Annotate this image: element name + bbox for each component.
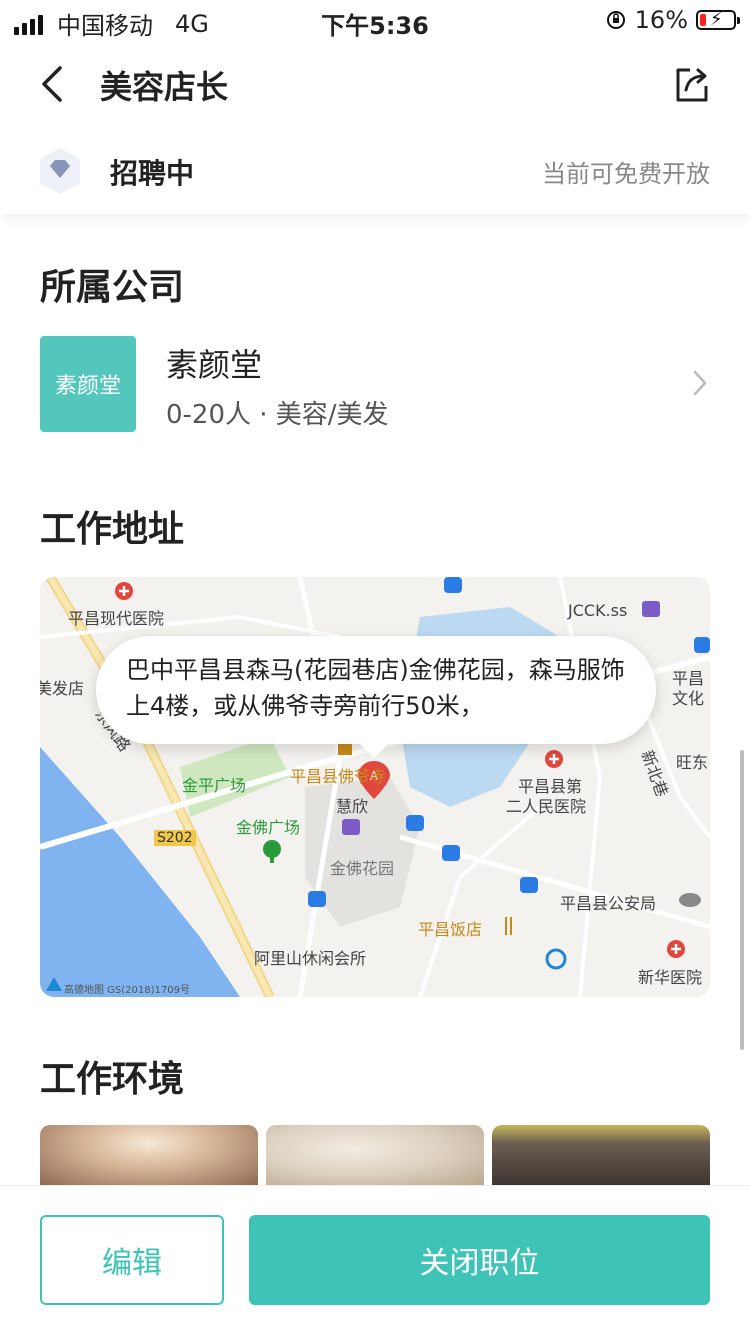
share-icon[interactable]: [672, 62, 712, 106]
scroll-indicator: [740, 750, 744, 1050]
recruit-status-label: 招聘中: [110, 157, 195, 190]
address-section-title: 工作地址: [40, 509, 185, 550]
hospital-icon: [545, 750, 563, 768]
environment-photo[interactable]: [266, 1125, 484, 1185]
hospital-icon: [667, 940, 685, 958]
recruit-status-bar[interactable]: 招聘中 当前可免费开放: [0, 128, 750, 214]
map-label-restaurant: 平昌饭店: [418, 920, 483, 939]
close-position-button[interactable]: 关闭职位: [249, 1215, 710, 1305]
page-title: 美容店长: [100, 68, 229, 106]
company-meta: 0-20人 · 美容/美发: [166, 400, 389, 430]
battery-icon: ⚡: [696, 9, 740, 30]
nav-bar: 美容店长: [0, 40, 750, 129]
address-bubble: 巴中平昌县森马(花园巷店)金佛花园，森马服饰上4楼，或从佛爷寺旁前行50米，: [96, 636, 656, 758]
bottom-action-bar: 编辑 关闭职位: [0, 1185, 750, 1335]
police-icon: [679, 893, 701, 907]
diamond-icon: [40, 148, 80, 194]
company-name[interactable]: 素颜堂: [166, 340, 262, 386]
map-label-jinping-square: 金平广场: [182, 776, 247, 795]
map-label-jinfo-square: 金佛广场: [236, 818, 301, 837]
environment-section-title: 工作环境: [40, 1059, 185, 1100]
status-bar: 中国移动 4G 下午5:36 16% ⚡: [0, 0, 750, 40]
status-right: 16% ⚡: [605, 6, 740, 34]
chevron-right-icon[interactable]: [690, 368, 710, 398]
map-label-foyesi: 平昌县佛爷寺: [290, 767, 387, 786]
hospital-icon: [115, 582, 133, 600]
temple-icon: [338, 743, 352, 755]
map-label-jinfo-garden: 金佛花园: [330, 859, 395, 878]
company-section-title: 所属公司: [40, 267, 185, 308]
free-open-note: 当前可免费开放: [542, 160, 710, 188]
back-icon[interactable]: [36, 62, 76, 106]
map-label-club: 阿里山休闲会所: [254, 949, 367, 968]
map-label-hospital2-line2: 二人民医院: [506, 797, 587, 816]
map-label-xinhua-hospital: 新华医院: [638, 968, 703, 987]
map-label-wangdong: 旺东: [676, 753, 709, 772]
edit-button[interactable]: 编辑: [40, 1215, 224, 1305]
map-label-huixin: 慧欣: [336, 797, 369, 816]
environment-photo[interactable]: [492, 1125, 710, 1185]
rotation-lock-icon: [606, 11, 625, 29]
map-label-jcck: JCCK.ss: [568, 601, 628, 620]
map-label-hospital1: 平昌现代医院: [68, 609, 165, 628]
map-copyright: 高德地图 GS(2018)1709号: [64, 985, 190, 996]
map-label-police: 平昌县公安局: [560, 894, 657, 913]
map-label-beauty: 美发店: [40, 679, 85, 698]
map-label-culture: 平昌文化: [672, 669, 705, 708]
environment-photo[interactable]: [40, 1125, 258, 1185]
map-label-s202: S202: [154, 830, 196, 846]
battery-percent: 16%: [634, 6, 688, 34]
company-logo[interactable]: 素颜堂: [40, 336, 136, 432]
environment-photos: [40, 1125, 710, 1185]
